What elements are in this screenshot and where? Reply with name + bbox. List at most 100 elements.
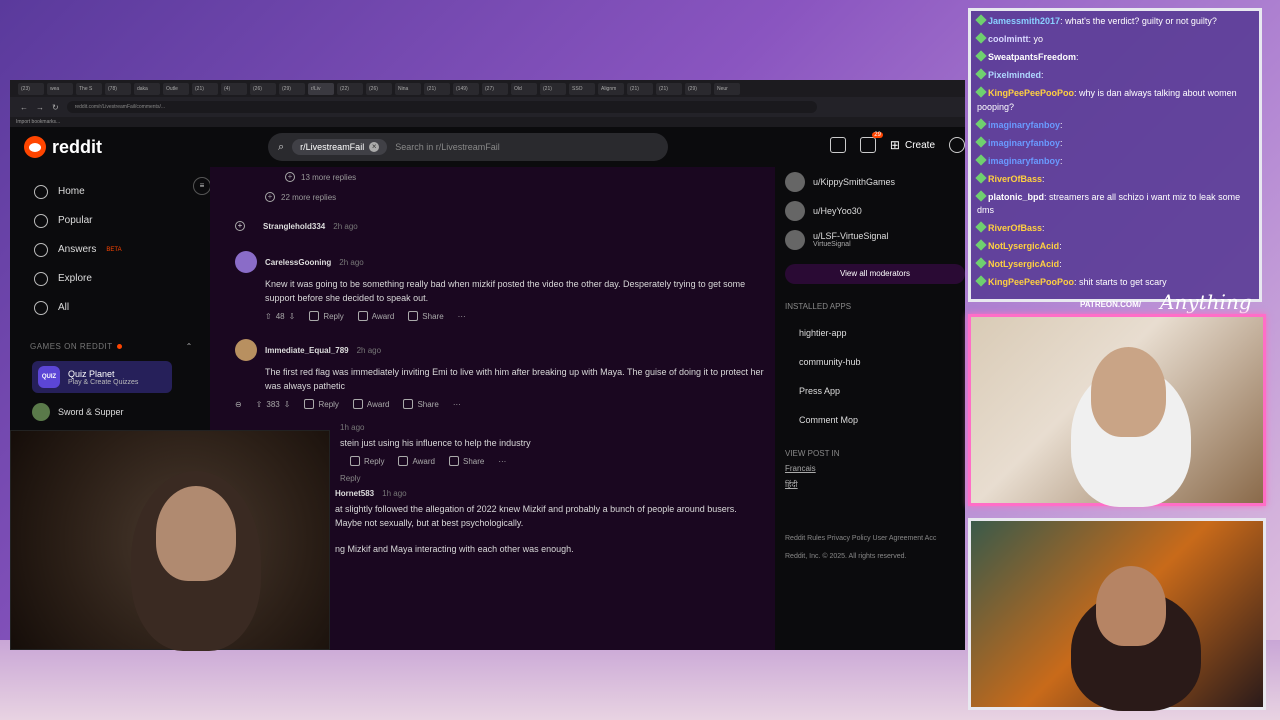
browser-tab[interactable]: (23) xyxy=(18,82,44,95)
forward-icon[interactable]: → xyxy=(36,103,44,112)
chat-username[interactable]: imaginaryfanboy xyxy=(988,156,1060,166)
browser-tab[interactable]: Outle xyxy=(163,82,189,95)
chat-username[interactable]: Pixelminded xyxy=(988,70,1041,80)
browser-tab[interactable]: (21) xyxy=(656,82,682,95)
language-link[interactable]: हिंदी xyxy=(785,479,965,490)
comment-author[interactable]: Stranglehold334 xyxy=(263,222,325,231)
reply-link[interactable]: Reply xyxy=(340,474,775,483)
browser-tab[interactable]: (149) xyxy=(453,82,479,95)
create-button[interactable]: ⊞ Create xyxy=(890,138,935,152)
back-icon[interactable]: ← xyxy=(20,103,28,112)
browser-tab[interactable]: Neur xyxy=(714,82,740,95)
chat-icon[interactable]: 29 xyxy=(859,132,883,153)
award-button[interactable]: Award xyxy=(398,456,435,466)
share-button[interactable]: Share xyxy=(448,456,484,466)
address-input[interactable]: reddit.com/r/LivestreamFail/comments/... xyxy=(66,101,817,113)
share-button[interactable]: Share xyxy=(403,399,439,409)
browser-tab[interactable]: (29) xyxy=(279,82,305,95)
search-input[interactable]: ⌕ r/LivestreamFail × Search in r/Livestr… xyxy=(268,133,668,161)
chevron-up-icon[interactable]: ⌃ xyxy=(186,342,193,351)
sword-supper-item[interactable]: Sword & Supper xyxy=(10,403,210,421)
browser-tab[interactable]: (21) xyxy=(424,82,450,95)
sidebar-item-answers[interactable]: Answers BETA xyxy=(10,235,210,264)
browser-tab[interactable]: (21) xyxy=(540,82,566,95)
moderator-item[interactable]: u/LSF-VirtueSignal VirtueSignal xyxy=(785,225,965,254)
browser-tab[interactable]: (78) xyxy=(105,82,131,95)
reddit-logo[interactable]: reddit xyxy=(24,136,102,158)
reply-icon xyxy=(304,399,315,409)
reply-button[interactable]: Reply xyxy=(304,399,339,409)
language-link[interactable]: Francais xyxy=(785,464,965,473)
view-all-moderators-button[interactable]: View all moderators xyxy=(785,264,965,284)
chat-username[interactable]: NotLysergicAcid xyxy=(988,241,1059,251)
more-replies-link[interactable]: + 22 more replies xyxy=(235,187,775,207)
reply-button[interactable]: Reply xyxy=(350,456,384,466)
more-options-button[interactable]: ··· xyxy=(453,400,461,409)
browser-tab[interactable]: (21) xyxy=(192,82,218,95)
browser-tab[interactable]: (21) xyxy=(627,82,653,95)
installed-app-item[interactable]: Press App xyxy=(785,377,965,406)
share-button[interactable]: Share xyxy=(408,311,444,321)
moderator-item[interactable]: u/HeyYoo30 xyxy=(785,196,965,225)
browser-tab[interactable]: wea xyxy=(47,82,73,95)
sidebar-item-explore[interactable]: Explore xyxy=(10,264,210,293)
sidebar-item-all[interactable]: All xyxy=(10,293,210,322)
close-icon[interactable]: × xyxy=(369,142,380,152)
chat-username[interactable]: imaginaryfanboy xyxy=(988,120,1060,130)
browser-tab[interactable]: r/Liv xyxy=(308,82,334,95)
collapse-icon[interactable]: ⊖ xyxy=(235,400,242,409)
browser-tab[interactable]: (26) xyxy=(366,82,392,95)
award-button[interactable]: Award xyxy=(352,399,389,409)
subreddit-chip[interactable]: r/LivestreamFail × xyxy=(292,139,388,155)
browser-tab[interactable]: (26) xyxy=(250,82,276,95)
reply-button[interactable]: Reply xyxy=(309,311,344,321)
more-replies-link[interactable]: + 13 more replies xyxy=(235,167,775,187)
avatar[interactable] xyxy=(235,339,257,361)
browser-tab[interactable]: (27) xyxy=(482,82,508,95)
quiz-planet-item[interactable]: QUIZ Quiz Planet Play & Create Quizzes xyxy=(32,361,172,393)
comment-author[interactable]: Immediate_Equal_789 xyxy=(265,346,349,355)
browser-tab[interactable]: (22) xyxy=(337,82,363,95)
notification-icon[interactable] xyxy=(949,137,965,153)
comment-author[interactable]: Hornet583 xyxy=(335,489,374,498)
browser-tab[interactable]: (4) xyxy=(221,82,247,95)
chat-username[interactable]: RiverOfBass xyxy=(988,223,1042,233)
more-options-button[interactable]: ··· xyxy=(498,457,506,466)
award-button[interactable]: Award xyxy=(357,311,394,321)
browser-tab[interactable]: Old xyxy=(511,82,537,95)
upvote-button[interactable]: ⇧ 48 ⇩ xyxy=(265,312,295,321)
chat-username[interactable]: imaginaryfanboy xyxy=(988,138,1060,148)
chat-username[interactable]: SweatpantsFreedom xyxy=(988,52,1076,62)
chat-username[interactable]: NotLysergicAcid xyxy=(988,259,1059,269)
installed-app-item[interactable]: community-hub xyxy=(785,348,965,377)
browser-tab[interactable]: The S xyxy=(76,82,102,95)
browser-tab[interactable]: (29) xyxy=(685,82,711,95)
browser-tab[interactable]: Nina xyxy=(395,82,421,95)
chat-username[interactable]: KingPeePeePooPoo xyxy=(988,277,1074,287)
installed-app-item[interactable]: hightier-app xyxy=(785,319,965,348)
browser-tab[interactable]: SSO xyxy=(569,82,595,95)
more-options-button[interactable]: ··· xyxy=(458,312,466,321)
comment-author[interactable]: CarelessGooning xyxy=(265,258,331,267)
chat-username[interactable]: coolmintt xyxy=(988,34,1029,44)
avatar[interactable] xyxy=(235,251,257,273)
advertise-icon[interactable] xyxy=(829,137,846,153)
browser-tab[interactable]: daka xyxy=(134,82,160,95)
chat-username[interactable]: platonic_bpd xyxy=(988,192,1044,202)
expand-icon[interactable]: + xyxy=(235,221,245,231)
chat-username[interactable]: RiverOfBass xyxy=(988,174,1042,184)
sidebar-item-home[interactable]: Home xyxy=(10,177,210,206)
reload-icon[interactable]: ↻ xyxy=(52,103,59,112)
browser-tab[interactable]: Alignm xyxy=(598,82,624,95)
installed-app-item[interactable]: Comment Mop xyxy=(785,406,965,435)
menu-icon[interactable]: ≡ xyxy=(193,177,211,195)
chat-username[interactable]: KingPeePeePooPoo xyxy=(988,88,1074,98)
sidebar-item-popular[interactable]: Popular xyxy=(10,206,210,235)
chat-username[interactable]: Jamessmith2017 xyxy=(988,16,1060,26)
upvote-button[interactable]: ⇧ 383 ⇩ xyxy=(256,400,291,409)
games-section-label[interactable]: GAMES ON REDDIT ⌃ xyxy=(10,342,210,351)
bookmarks-bar[interactable]: Import bookmarks... xyxy=(10,117,965,127)
answers-icon xyxy=(34,242,48,257)
footer-links[interactable]: Reddit Rules Privacy Policy User Agreeme… xyxy=(785,530,965,548)
moderator-item[interactable]: u/KippySmithGames xyxy=(785,167,965,196)
